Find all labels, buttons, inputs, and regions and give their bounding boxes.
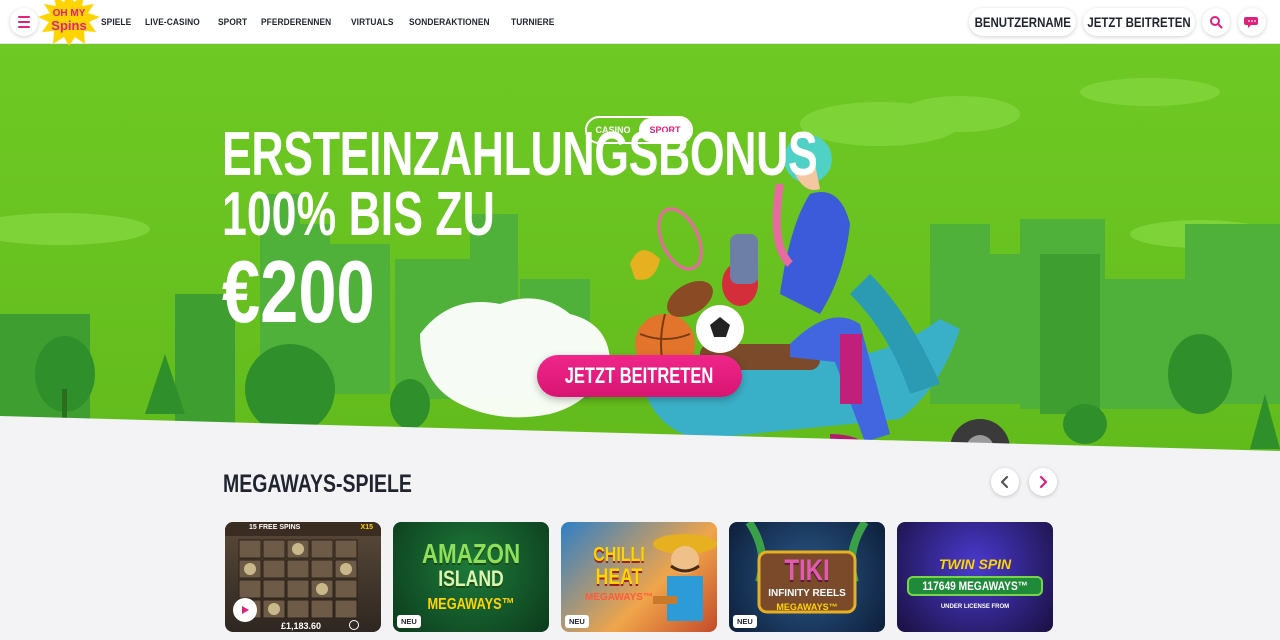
game-tile[interactable]: TWIN SPIN 117649 MEGAWAYS™ UNDER LICENSE… bbox=[897, 522, 1053, 632]
headline-line-1: ERSTEINZAHLUNGSBONUS bbox=[222, 120, 818, 189]
new-badge: NEU bbox=[397, 615, 421, 628]
hero-join-button[interactable]: JETZT BEITRETEN bbox=[537, 355, 742, 397]
game-free-spins-text: 15 FREE SPINS bbox=[249, 524, 301, 531]
game-title-line-3: UNDER LICENSE FROM bbox=[940, 604, 1010, 610]
hero-headline: ERSTEINZAHLUNGSBONUS 100% BIS ZU €200 bbox=[222, 124, 1049, 336]
game-win-amount: £1,183.60 bbox=[281, 621, 322, 631]
game-title-line-3: MEGAWAYS™ bbox=[776, 602, 838, 612]
mariachi-character-art bbox=[653, 534, 717, 621]
search-icon[interactable] bbox=[1202, 8, 1230, 36]
new-badge: NEU bbox=[733, 615, 757, 628]
game-tile[interactable]: CHILLI HEAT MEGAWAYS™ NEU bbox=[561, 522, 717, 632]
play-icon[interactable] bbox=[233, 598, 257, 622]
hero-join-label: JETZT BEITRETEN bbox=[565, 363, 714, 388]
svg-text:Spins: Spins bbox=[51, 18, 86, 33]
header-join-label: JETZT BEITRETEN bbox=[1087, 14, 1191, 30]
nav-sonderaktionen[interactable]: SONDERAKTIONEN bbox=[409, 17, 490, 28]
game-title-line-1: TIKI bbox=[784, 554, 830, 587]
game-title-line-2: ISLAND bbox=[438, 566, 504, 591]
chevron-right-icon[interactable] bbox=[1029, 468, 1057, 496]
megaways-banner: 117649 MEGAWAYS™ bbox=[907, 576, 1043, 596]
game-multiplier: X15 bbox=[360, 524, 373, 531]
top-header: OH MY Spins SPIELE LIVE-CASINO SPORT PFE… bbox=[0, 0, 1280, 46]
megaways-games-carousel: 15 FREE SPINS X15 £1,183.60 AMAZON ISLAN… bbox=[225, 522, 1053, 632]
game-title-line-1: TWIN SPIN bbox=[938, 556, 1012, 572]
header-join-button[interactable]: JETZT BEITRETEN bbox=[1083, 8, 1195, 36]
headline-line-2: 100% BIS ZU bbox=[222, 180, 495, 249]
headline-amount: €200 bbox=[222, 242, 375, 341]
chat-icon[interactable] bbox=[1238, 8, 1266, 36]
chevron-left-icon[interactable] bbox=[991, 468, 1019, 496]
username-button[interactable]: BENUTZERNAME bbox=[969, 8, 1076, 36]
nav-sport[interactable]: SPORT bbox=[218, 17, 247, 28]
new-badge: NEU bbox=[565, 615, 589, 628]
main-nav: SPIELE LIVE-CASINO SPORT PFERDERENNEN VI… bbox=[101, 0, 560, 44]
hero-bottom-curve bbox=[0, 416, 1280, 454]
nav-virtuals[interactable]: VIRTUALS bbox=[351, 17, 394, 28]
sound-icon[interactable] bbox=[349, 620, 359, 630]
game-title-line-3: MEGAWAYS™ bbox=[427, 596, 515, 613]
hero-banner: CASINO SPORT ERSTEINZAHLUNGSBONUS 100% B… bbox=[0, 44, 1280, 454]
game-tile[interactable]: AMAZON ISLAND MEGAWAYS™ NEU bbox=[393, 522, 549, 632]
game-title-line-2: INFINITY REELS bbox=[768, 588, 846, 599]
logo[interactable]: OH MY Spins bbox=[38, 0, 100, 46]
game-tile[interactable]: TIKI INFINITY REELS MEGAWAYS™ NEU bbox=[729, 522, 885, 632]
nav-pferderennen[interactable]: PFERDERENNEN bbox=[261, 17, 331, 28]
nav-turniere[interactable]: TURNIERE bbox=[511, 17, 554, 28]
hamburger-menu-icon[interactable] bbox=[10, 8, 38, 36]
game-tile[interactable]: 15 FREE SPINS X15 £1,183.60 bbox=[225, 522, 381, 632]
nav-live-casino[interactable]: LIVE-CASINO bbox=[145, 17, 200, 28]
nav-spiele[interactable]: SPIELE bbox=[101, 17, 131, 28]
username-label: BENUTZERNAME bbox=[974, 14, 1071, 30]
page: OH MY Spins SPIELE LIVE-CASINO SPORT PFE… bbox=[0, 0, 1280, 640]
game-title-line-2: 117649 MEGAWAYS™ bbox=[922, 579, 1028, 593]
megaways-section-title: MEGAWAYS-SPIELE bbox=[223, 470, 412, 498]
